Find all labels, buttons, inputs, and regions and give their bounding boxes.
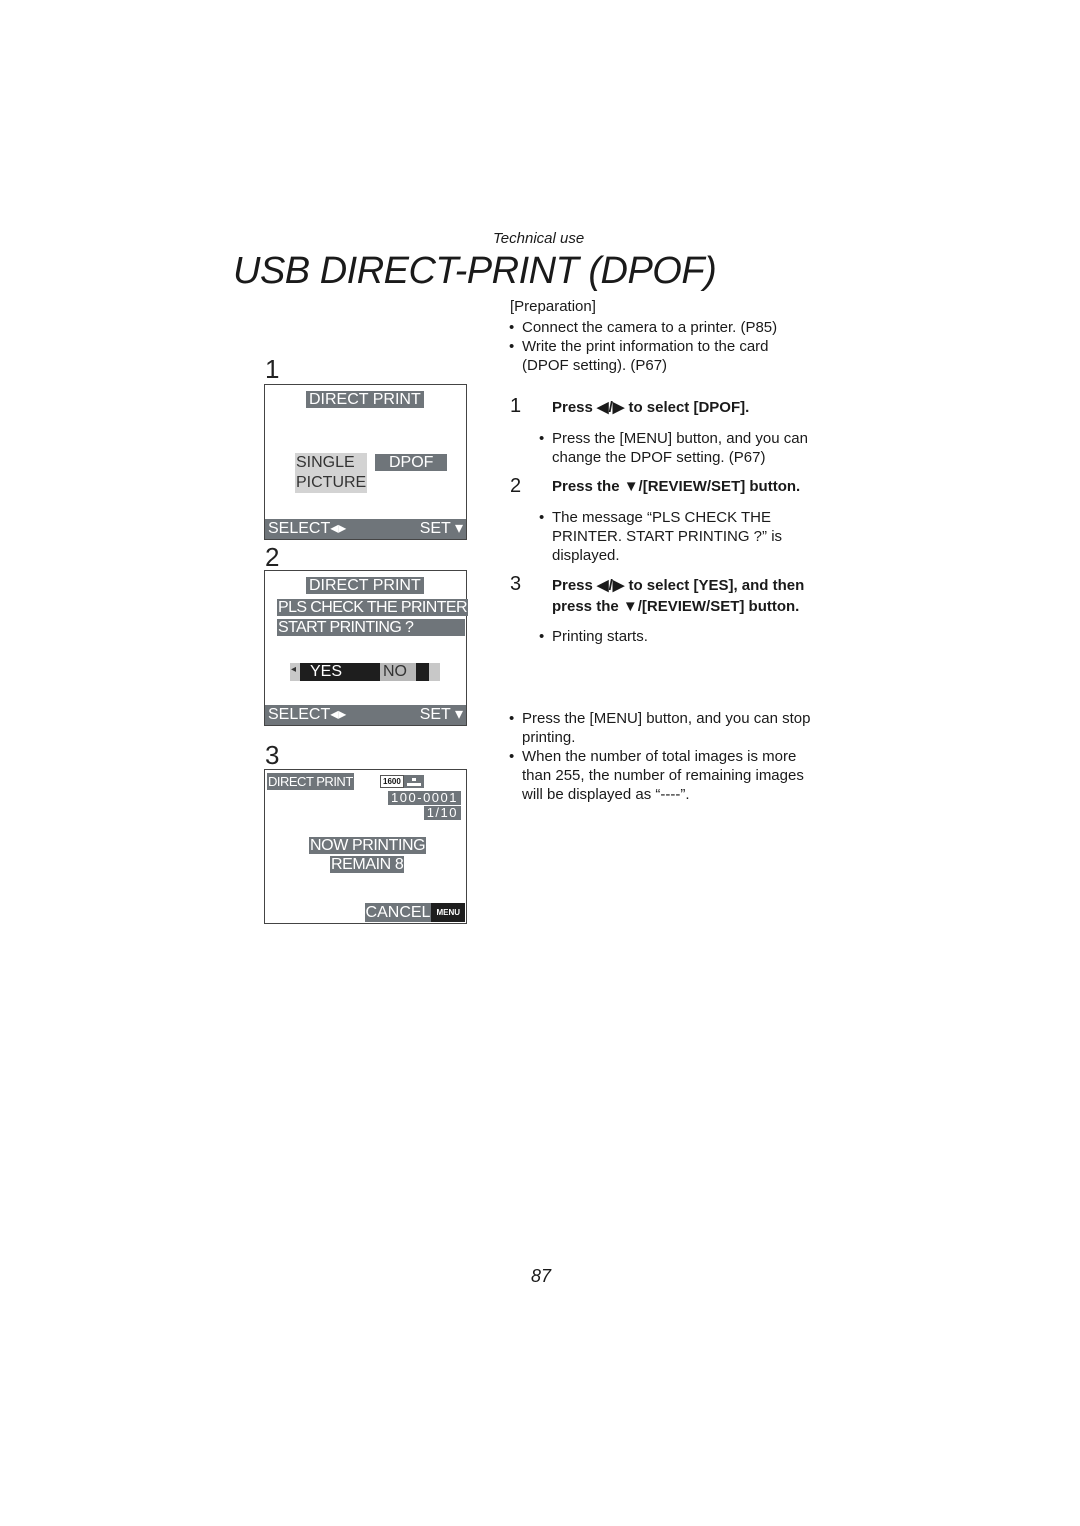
bullet-text: Connect the camera to a printer. (P85) — [522, 319, 778, 336]
option-single-line1: SINGLE — [296, 454, 355, 471]
step-2-note-continued: displayed. — [552, 547, 620, 564]
cancel-label: CANCEL — [364, 903, 432, 922]
preparation-bullet-continued: (DPOF setting). (P67) — [522, 357, 668, 374]
select-hint: SELECT◂▸ — [268, 706, 347, 723]
bullet: • — [539, 628, 545, 645]
select-hint: SELECT◂▸ — [268, 520, 347, 537]
step-3-instruction-continued: press the ▼/[REVIEW/SET] button. — [552, 598, 800, 615]
selector-end — [416, 663, 429, 681]
cancel-control: CANCEL MENU — [364, 903, 465, 922]
image-info: 1600 — [380, 775, 424, 788]
footnote-1-continued: printing. — [522, 729, 576, 746]
no-option: NO — [380, 663, 416, 681]
note-text: Press the [MENU] button, and you can — [552, 430, 808, 447]
bullet: • — [539, 430, 545, 447]
step-1-number: 1 — [510, 395, 522, 417]
yes-option: YES — [300, 663, 380, 681]
option-dpof: DPOF — [375, 454, 448, 471]
menu-button-icon: MENU — [431, 903, 465, 922]
page-title: USB DIRECT-PRINT (DPOF) — [233, 250, 717, 292]
set-hint: SET ▾ — [419, 520, 463, 537]
note-text: The message “PLS CHECK THE — [552, 509, 771, 526]
bullet: • — [509, 319, 515, 336]
bullet-text: Write the print information to the card — [522, 338, 769, 355]
screen-1-footer-bar: SELECT◂▸ SET ▾ — [265, 519, 466, 539]
message-line-2: START PRINTING ? — [277, 619, 466, 636]
step-1-instruction: Press ◀/▶ to select [DPOF]. — [552, 399, 750, 416]
screen-3-number: 3 — [265, 740, 280, 770]
footnote-text: When the number of total images is more — [522, 748, 797, 765]
bullet: • — [539, 509, 545, 526]
screen-2: DIRECT PRINT PLS CHECK THE PRINTER START… — [264, 570, 468, 726]
footnote-2-continued: than 255, the number of remaining images — [522, 767, 804, 784]
remain-count: REMAIN 8 — [330, 856, 405, 873]
footnote-text: Press the [MENU] button, and you can sto… — [522, 710, 811, 727]
resolution-badge: 1600 — [380, 775, 404, 788]
step-1-note-continued: change the DPOF setting. (P67) — [552, 449, 766, 466]
screen-3: DIRECT PRINT 1600 100-0001 1/10 NOW PRIN… — [264, 769, 467, 924]
step-3-instruction: Press ◀/▶ to select [YES], and then — [552, 577, 805, 594]
screen-1-number: 1 — [265, 354, 280, 384]
now-printing-status: NOW PRINTING — [309, 837, 427, 854]
footnote-2-continued: will be displayed as “----”. — [522, 786, 690, 803]
set-hint: SET ▾ — [419, 706, 463, 723]
option-single-picture: SINGLE PICTURE — [295, 453, 368, 493]
left-arrow-icon: ◂ — [291, 664, 297, 675]
note-text: Printing starts. — [552, 628, 648, 645]
screen-1: DIRECT PRINT SINGLE PICTURE DPOF SELECT◂… — [264, 384, 467, 540]
bullet: • — [509, 710, 515, 727]
bullet: • — [509, 338, 515, 355]
screen-1-title: DIRECT PRINT — [306, 391, 424, 408]
section-label: Technical use — [493, 230, 585, 247]
quality-icon — [403, 775, 424, 788]
screen-3-title: DIRECT PRINT — [267, 773, 354, 790]
preparation-heading: [Preparation] — [510, 298, 596, 315]
page-number: 87 — [531, 1266, 552, 1286]
step-2-instruction: Press the ▼/[REVIEW/SET] button. — [552, 478, 801, 495]
step-3-number: 3 — [510, 573, 522, 595]
option-single-line2: PICTURE — [296, 474, 367, 491]
screen-2-title: DIRECT PRINT — [306, 577, 424, 594]
step-2-note-continued: PRINTER. START PRINTING ?” is — [552, 528, 783, 545]
bullet: • — [509, 748, 515, 765]
image-counter: 1/10 — [423, 806, 461, 820]
step-2-number: 2 — [510, 475, 522, 497]
screen-2-footer-bar: SELECT◂▸ SET ▾ — [265, 705, 466, 725]
yes-no-selector: ◂ YES NO — [290, 663, 440, 681]
screen-2-number: 2 — [265, 542, 280, 572]
message-line-1: PLS CHECK THE PRINTER — [277, 599, 468, 616]
file-number: 100-0001 — [388, 791, 461, 805]
